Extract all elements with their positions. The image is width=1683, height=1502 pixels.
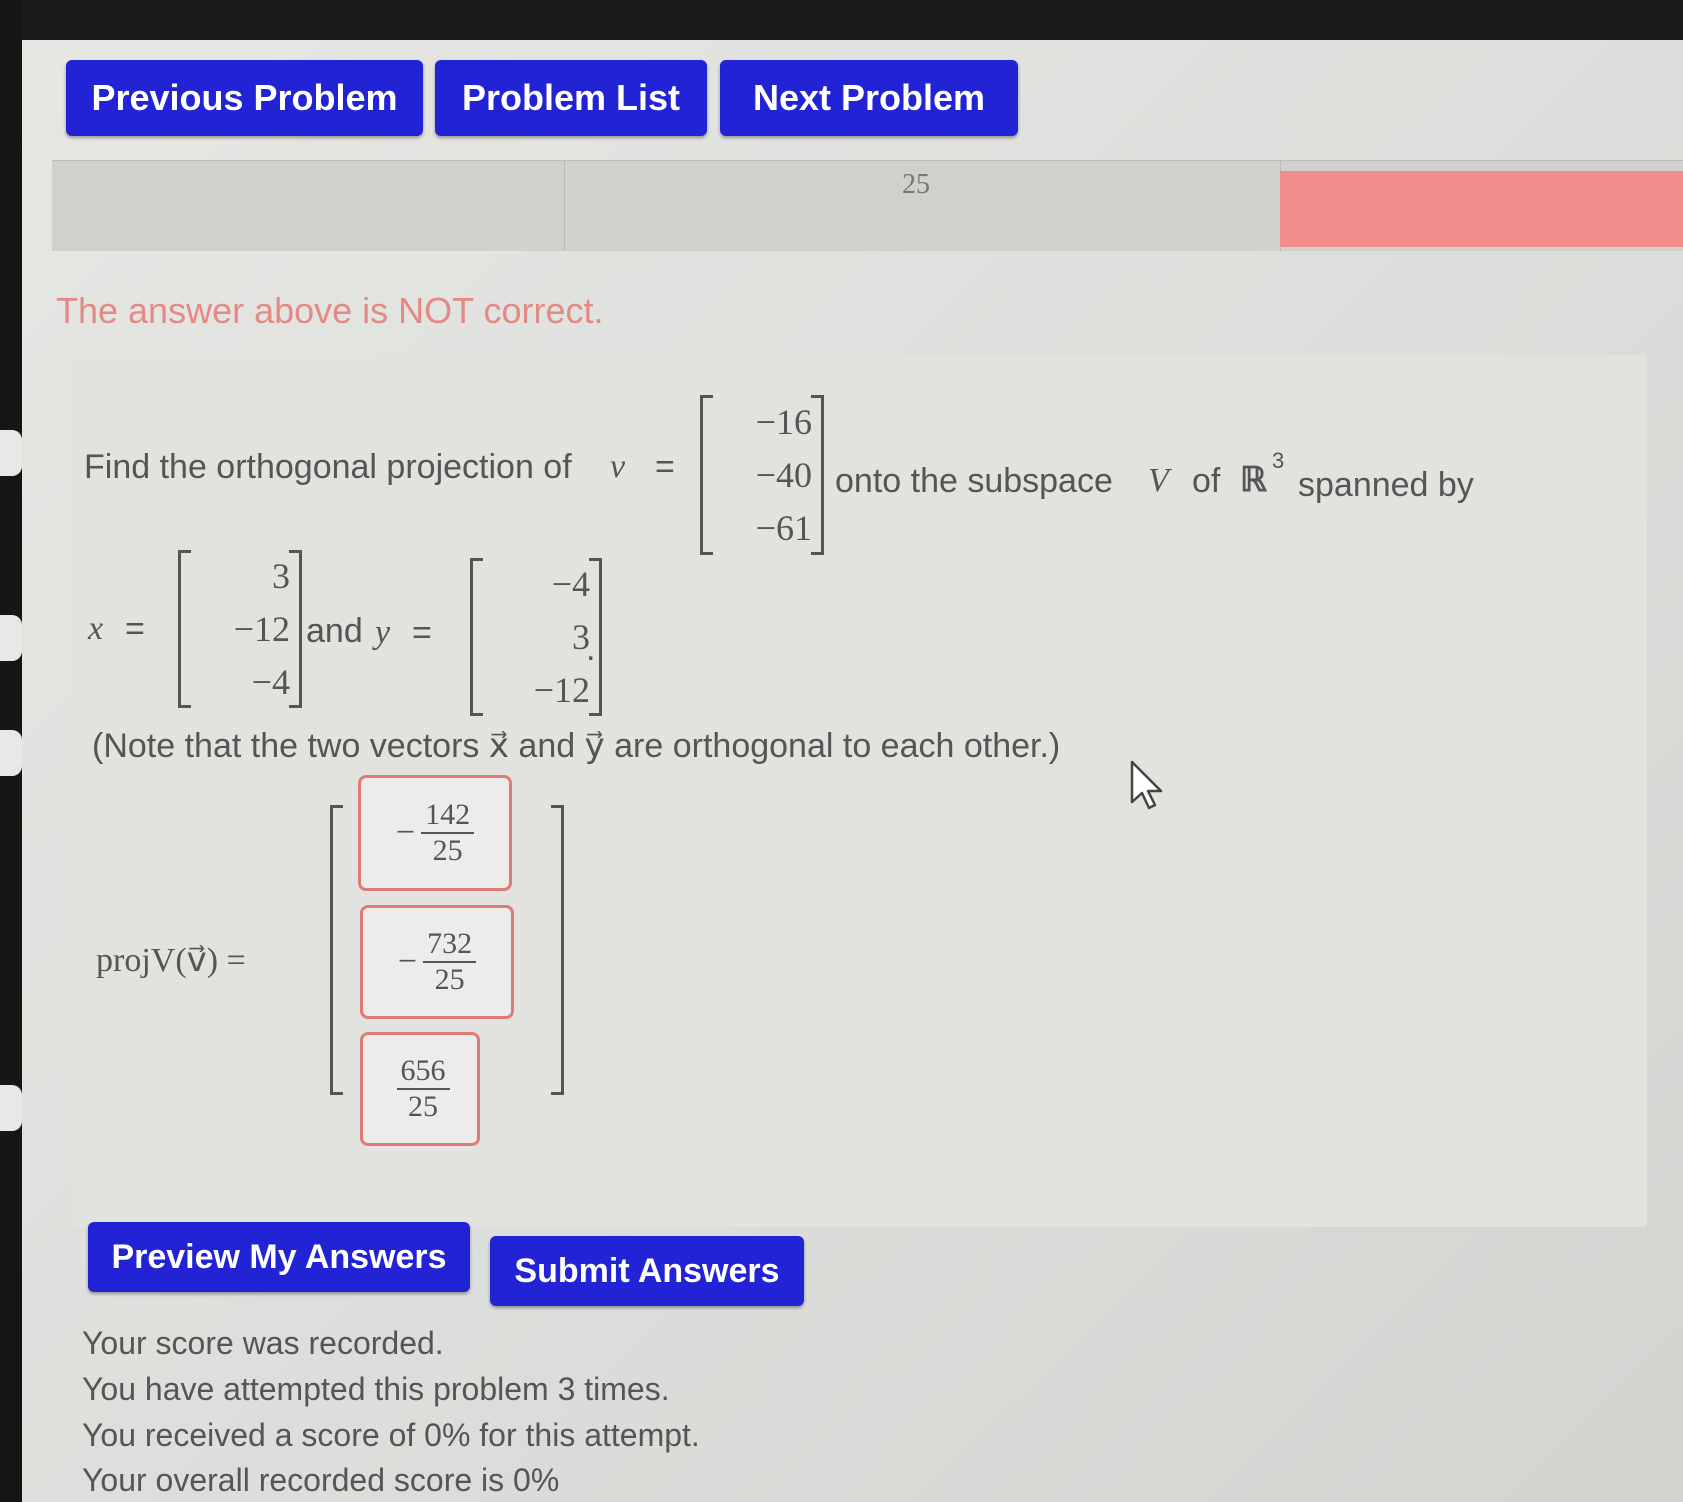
vector-entry: −16 (755, 401, 812, 442)
v-label: v⃗ (610, 448, 652, 485)
side-icon (0, 430, 22, 476)
vector-entry: −12 (533, 669, 590, 710)
attempts-text: You have attempted this problem 3 times. (82, 1371, 670, 1407)
problem-list-button[interactable]: Problem List (435, 60, 707, 136)
and-text: and (306, 612, 363, 650)
y-label: y⃗ (375, 614, 417, 651)
orthogonal-note: (Note that the two vectors x⃗ and y⃗ are… (92, 727, 1061, 765)
score-recorded-text: Your score was recorded. (82, 1325, 444, 1361)
submit-answers-button[interactable]: Submit Answers (490, 1236, 804, 1306)
answer-fraction: 142 25 (421, 798, 475, 869)
answer-fraction: 656 25 (396, 1054, 450, 1125)
vector-entry: −40 (755, 454, 812, 495)
vector-v: −16 −40 −61 (700, 395, 824, 555)
previous-problem-button[interactable]: Previous Problem (66, 60, 423, 136)
answer-input-2[interactable]: − 732 25 (360, 905, 514, 1019)
answer-sign: − (395, 814, 416, 851)
period: . (586, 630, 596, 668)
numerator: 142 (421, 798, 475, 834)
vector-entry: −4 (251, 661, 290, 702)
equals-sign: = (655, 448, 675, 486)
vector-x: 3 −12 −4 (178, 550, 302, 708)
next-problem-button[interactable]: Next Problem (720, 60, 1018, 136)
incorrect-cell-highlight (1280, 171, 1683, 247)
equals-sign: = (412, 614, 432, 652)
projection-label: projV(v⃗) = (96, 942, 246, 979)
answer-sign: − (397, 943, 418, 980)
denominator: 25 (432, 834, 463, 867)
vector-entry: −61 (755, 508, 812, 549)
vector-entry: −12 (233, 608, 290, 649)
numerator: 732 (423, 927, 477, 963)
answer-input-3[interactable]: 656 25 (360, 1032, 480, 1146)
mouse-cursor-icon (1130, 760, 1163, 810)
preview-answers-button[interactable]: Preview My Answers (88, 1222, 470, 1292)
spanned-text: spanned by (1298, 466, 1474, 504)
answer-input-1[interactable]: − 142 25 (358, 775, 512, 891)
numerator: 656 (396, 1054, 450, 1090)
reals-exponent: 3 (1272, 448, 1285, 473)
side-icon (0, 615, 22, 661)
of-text: of (1192, 462, 1221, 500)
vector-entry: −4 (551, 564, 590, 605)
x-label: x⃗ (88, 610, 130, 647)
answer-fraction: 732 25 (423, 927, 477, 998)
denominator: 25 (408, 1090, 438, 1123)
overall-score-text: Your overall recorded score is 0% (82, 1462, 560, 1498)
attempt-score-text: You received a score of 0% for this atte… (82, 1417, 700, 1453)
table-cell (52, 161, 565, 251)
reals-symbol: ℝ (1240, 462, 1267, 499)
answer-fragment: 25 (902, 169, 930, 200)
side-icon (0, 1085, 22, 1131)
onto-text: onto the subspace (835, 462, 1113, 500)
vector-y: −4 3 −12 (470, 558, 602, 716)
subspace-label: V (1148, 462, 1169, 499)
problem-intro: Find the orthogonal projection of (84, 448, 572, 486)
browser-bookmarks-bar (0, 0, 1683, 40)
previous-answers-table: 25 (52, 160, 1683, 251)
denominator: 25 (434, 963, 465, 996)
equals-sign: = (125, 610, 145, 648)
feedback-message: The answer above is NOT correct. (56, 290, 604, 331)
side-icon (0, 730, 22, 776)
vector-entry: 3 (272, 556, 290, 597)
